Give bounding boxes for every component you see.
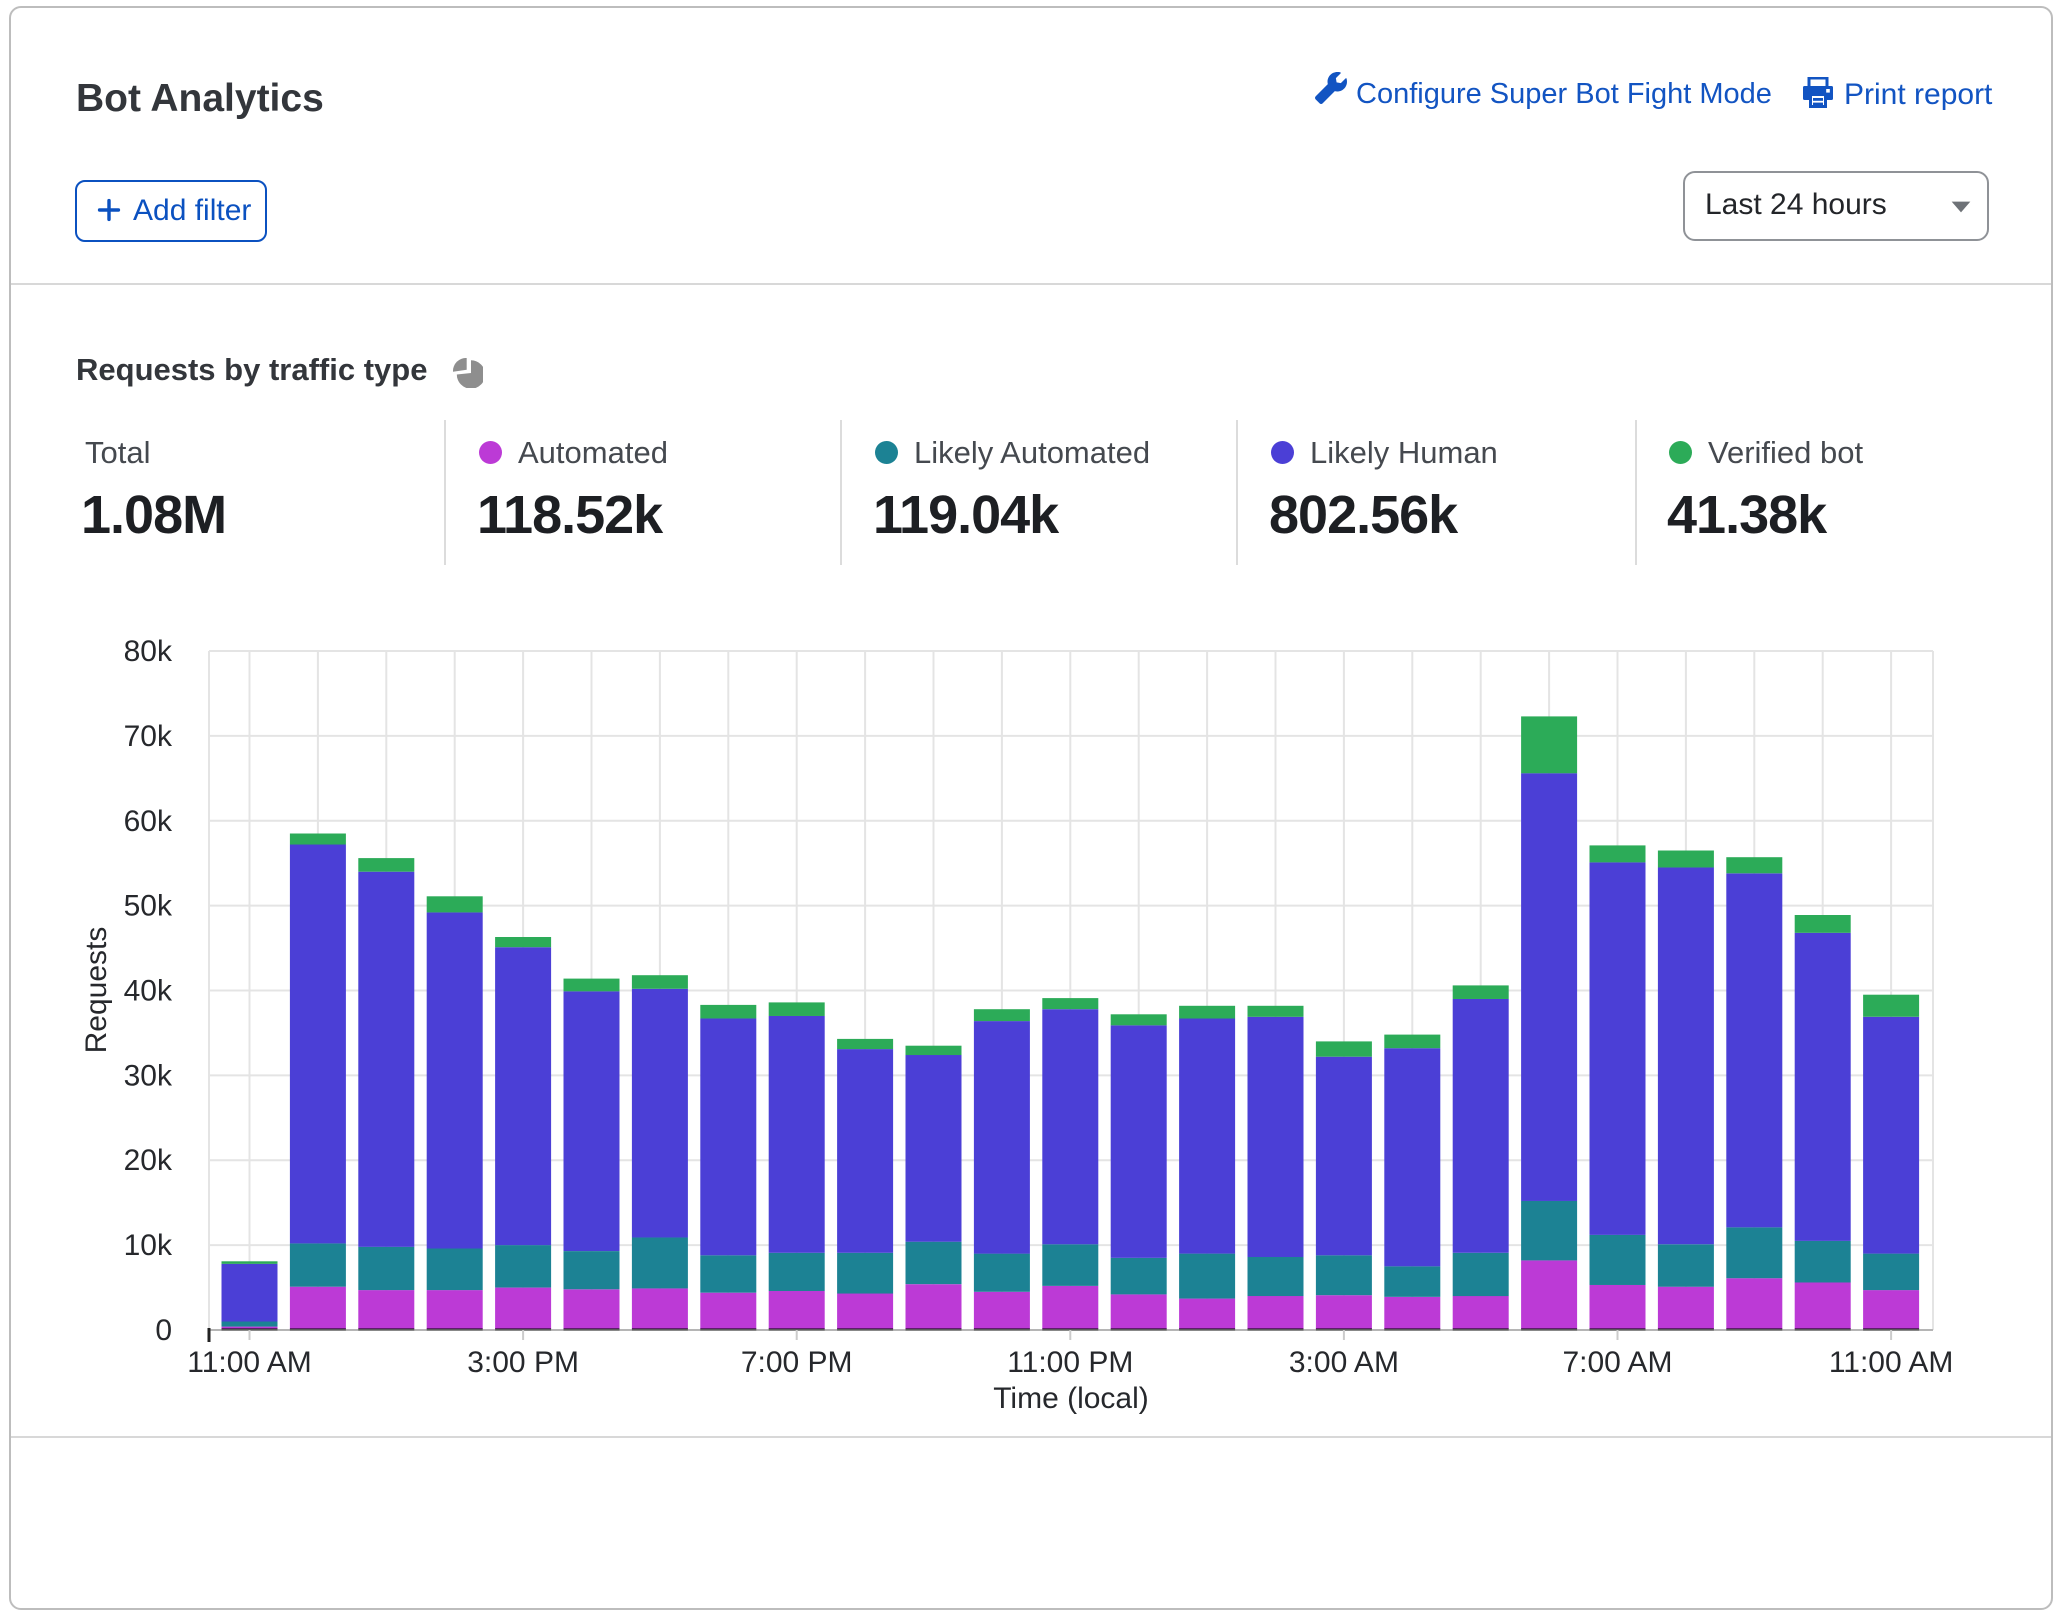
svg-text:7:00 AM: 7:00 AM	[1562, 1346, 1672, 1379]
svg-text:7:00 PM: 7:00 PM	[741, 1346, 853, 1379]
svg-text:Requests: Requests	[80, 927, 113, 1054]
svg-text:11:00 PM: 11:00 PM	[1007, 1346, 1133, 1379]
svg-text:11:00 AM: 11:00 AM	[187, 1346, 312, 1379]
svg-text:50k: 50k	[124, 890, 173, 923]
svg-text:3:00 PM: 3:00 PM	[467, 1346, 579, 1379]
svg-text:Time (local): Time (local)	[993, 1382, 1149, 1415]
svg-text:40k: 40k	[124, 975, 173, 1008]
svg-text:0: 0	[155, 1314, 172, 1347]
svg-text:30k: 30k	[124, 1059, 173, 1092]
svg-text:70k: 70k	[124, 720, 173, 753]
svg-text:20k: 20k	[124, 1144, 173, 1177]
svg-text:60k: 60k	[124, 805, 173, 838]
svg-text:11:00 AM: 11:00 AM	[1829, 1346, 1954, 1379]
svg-text:10k: 10k	[124, 1229, 173, 1262]
svg-text:80k: 80k	[124, 635, 173, 668]
svg-text:3:00 AM: 3:00 AM	[1289, 1346, 1399, 1379]
